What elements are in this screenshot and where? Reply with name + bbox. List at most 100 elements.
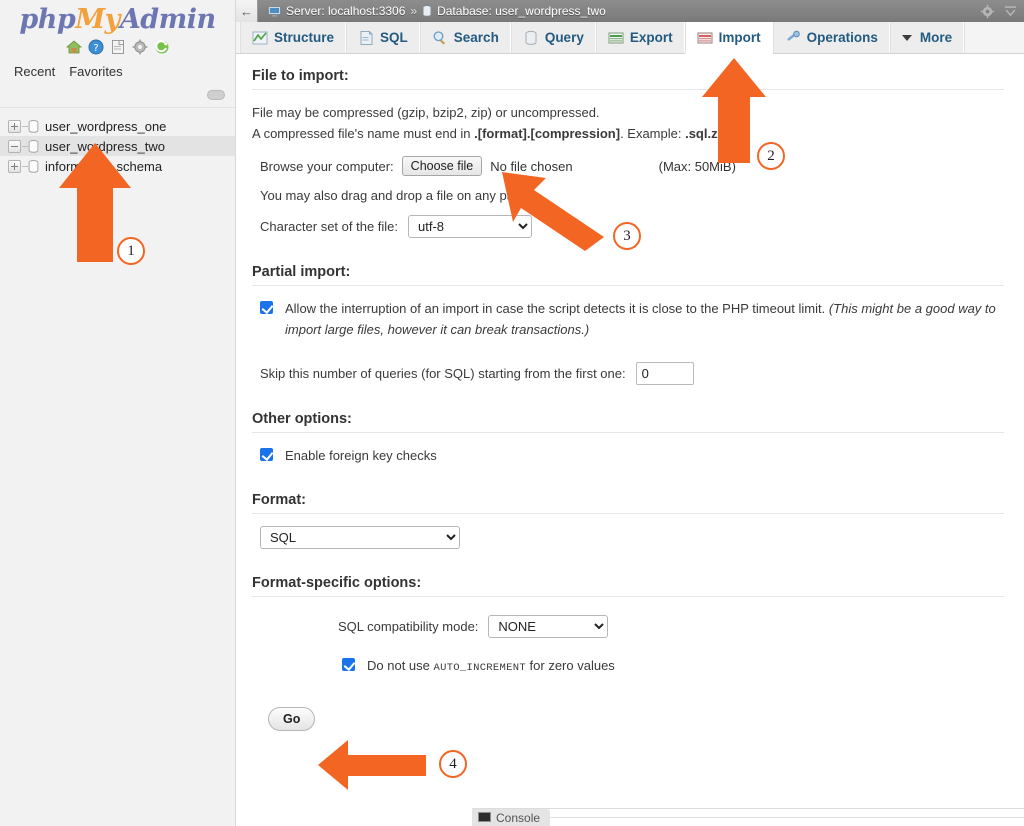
nav-database-user_wordpress_one[interactable]: user_wordpress_one: [0, 116, 235, 136]
nav-database-information_schema[interactable]: information_schema: [0, 156, 235, 176]
note-example-token: .sql.zip: [685, 126, 729, 141]
database-filter-row: [0, 86, 235, 108]
section-title-format-specific-options: Format-specific options:: [252, 575, 1004, 597]
sql-compatibility-mode-label: SQL compatibility mode:: [338, 619, 478, 634]
navigation-icon-bar: ?: [0, 38, 235, 56]
section-title-format: Format:: [252, 492, 1004, 514]
console-divider: [550, 817, 1024, 818]
expander-minus-icon[interactable]: [8, 140, 21, 153]
tab-search[interactable]: Search: [420, 22, 511, 53]
reload-icon[interactable]: [154, 39, 170, 55]
database-icon: [28, 120, 39, 133]
import-form: File to import: File may be compressed (…: [236, 54, 1024, 824]
tab-more[interactable]: More: [890, 22, 964, 53]
breadcrumb-separator: »: [410, 4, 417, 18]
max-upload-size-text: (Max: 50MiB): [659, 159, 736, 174]
tab-label: Operations: [807, 30, 878, 45]
back-button[interactable]: ←: [236, 0, 258, 22]
tab-import[interactable]: Import: [685, 22, 773, 54]
auto-inc-text-a: Do not use: [367, 658, 434, 673]
home-icon[interactable]: [66, 39, 82, 55]
sql-icon: [358, 30, 374, 46]
settings-gear-icon[interactable]: [132, 39, 148, 55]
logo-php: php: [19, 4, 75, 35]
charset-row: Character set of the file: utf-8: [252, 215, 1004, 238]
submit-row: Go: [268, 707, 1004, 731]
query-icon: [523, 30, 539, 46]
tab-sql[interactable]: SQL: [346, 22, 420, 53]
server-icon: [268, 6, 281, 17]
dragdrop-row: You may also drag and drop a file on any…: [252, 188, 1004, 203]
tab-label: Import: [719, 30, 761, 45]
browse-row: Browse your computer: Choose file No fil…: [252, 156, 1004, 176]
tab-query[interactable]: Query: [511, 22, 596, 53]
note-format-token: .[format].[compression]: [474, 126, 620, 141]
go-button[interactable]: Go: [268, 707, 315, 731]
export-icon: [608, 30, 624, 46]
breadcrumb: Server: localhost:3306 » Database: user_…: [258, 4, 606, 18]
skip-queries-input[interactable]: [636, 362, 694, 385]
caret-down-icon: [902, 35, 912, 41]
tab-label: More: [920, 30, 952, 45]
nav-database-user_wordpress_two[interactable]: user_wordpress_two: [0, 136, 235, 156]
nav-tab-recent[interactable]: Recent: [8, 62, 61, 82]
tab-structure[interactable]: Structure: [240, 22, 346, 53]
tab-export[interactable]: Export: [596, 22, 685, 53]
structure-icon: [252, 30, 268, 46]
tab-label: Structure: [274, 30, 334, 45]
note-part-a: A compressed file's name must end in: [252, 126, 474, 141]
import-icon: [697, 30, 713, 46]
tab-label: SQL: [380, 30, 408, 45]
svg-text:?: ?: [93, 43, 98, 54]
server-label[interactable]: Server: localhost:3306: [286, 4, 405, 18]
no-auto-increment-checkbox[interactable]: [342, 658, 355, 671]
phpmyadmin-logo[interactable]: phpMyAdmin: [0, 0, 235, 35]
page-tab-bar: Structure SQL Search: [236, 22, 1024, 54]
operations-icon: [785, 30, 801, 46]
skip-queries-row: Skip this number of queries (for SQL) st…: [260, 362, 1004, 385]
foreign-key-row: Enable foreign key checks: [260, 445, 1004, 466]
enable-foreign-key-checks-checkbox[interactable]: [260, 448, 273, 461]
choose-file-button[interactable]: Choose file: [402, 156, 483, 176]
documentation-icon[interactable]: [110, 39, 126, 55]
tab-operations[interactable]: Operations: [773, 22, 890, 53]
sql-compatibility-mode-select[interactable]: NONE: [488, 615, 608, 638]
search-icon: [432, 30, 448, 46]
database-label: user_wordpress_two: [45, 139, 165, 154]
expander-plus-icon[interactable]: [8, 160, 21, 173]
format-select[interactable]: SQL: [260, 526, 460, 549]
console-toggle[interactable]: Console: [472, 809, 550, 826]
note-part-c: . Example:: [620, 126, 685, 141]
tab-label: Query: [545, 30, 584, 45]
database-label[interactable]: Database: user_wordpress_two: [437, 4, 606, 18]
expander-plus-icon[interactable]: [8, 120, 21, 133]
database-icon: [422, 5, 432, 17]
globe-help-icon[interactable]: ?: [88, 39, 104, 55]
console-label: Console: [496, 811, 540, 825]
settings-gear-icon[interactable]: [980, 4, 995, 19]
charset-select[interactable]: utf-8: [408, 215, 532, 238]
logo-my: My: [75, 4, 120, 35]
tab-label: Export: [630, 30, 673, 45]
phpmyadmin-import-page: phpMyAdmin ?: [0, 0, 1024, 826]
database-icon: [28, 140, 39, 153]
no-file-chosen-text: No file chosen: [490, 159, 572, 174]
topbar-icons: [980, 4, 1024, 19]
console-bar: Console: [472, 808, 1024, 826]
nav-tab-favorites[interactable]: Favorites: [63, 62, 128, 82]
collapse-icon[interactable]: [1003, 4, 1018, 19]
skip-queries-label: Skip this number of queries (for SQL) st…: [260, 366, 626, 381]
allow-interrupt-row: Allow the interruption of an import in c…: [260, 298, 1004, 340]
format-row: SQL: [260, 526, 1004, 549]
allow-interrupt-text: Allow the interruption of an import in c…: [285, 301, 829, 316]
auto-increment-keyword: AUTO_INCREMENT: [434, 662, 526, 674]
tab-label: Search: [454, 30, 499, 45]
navigation-panel: phpMyAdmin ?: [0, 0, 236, 826]
database-icon: [28, 160, 39, 173]
charset-label: Character set of the file:: [260, 219, 398, 234]
allow-interrupt-checkbox[interactable]: [260, 301, 273, 314]
filter-pill-icon[interactable]: [207, 90, 225, 100]
tabbar-filler: [964, 22, 1024, 53]
database-label: user_wordpress_one: [45, 119, 166, 134]
section-title-other-options: Other options:: [252, 411, 1004, 433]
